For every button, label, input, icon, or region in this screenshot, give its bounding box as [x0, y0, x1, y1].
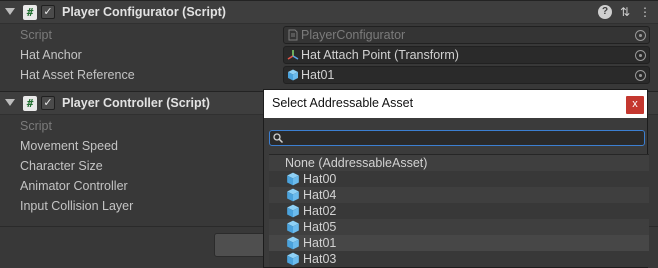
list-item-label: Hat05 [303, 220, 337, 234]
list-item-none[interactable]: None (AddressableAsset) [269, 155, 649, 171]
prefab-cube-icon [287, 252, 299, 266]
popup-titlebar[interactable]: Select Addressable Asset x [264, 90, 647, 118]
property-label: Movement Speed [20, 139, 118, 153]
list-item-label: Hat03 [303, 252, 337, 266]
component-title: Player Configurator (Script) [62, 5, 226, 19]
field-value: PlayerConfigurator [301, 28, 406, 42]
hat-anchor-object-field[interactable]: Hat Attach Point (Transform) [283, 46, 650, 64]
property-row-hat-anchor: Hat Anchor Hat Attach Point (Transform) [0, 45, 658, 65]
script-object-field: PlayerConfigurator [283, 26, 650, 44]
prefab-cube-icon [287, 204, 299, 218]
component-header-player-configurator[interactable]: # ✓ Player Configurator (Script) ? ⇅ ⋮ [0, 0, 658, 24]
asset-list: None (AddressableAsset) Hat00 Hat04 Hat0… [269, 155, 649, 267]
foldout-arrow-icon[interactable] [5, 8, 15, 15]
select-addressable-asset-popup: Select Addressable Asset x None (Address… [263, 89, 649, 268]
property-label: Script [20, 28, 52, 42]
property-label: Input Collision Layer [20, 199, 134, 213]
property-label: Character Size [20, 159, 103, 173]
list-item-label: Hat02 [303, 204, 337, 218]
foldout-arrow-icon[interactable] [5, 99, 15, 106]
prefab-cube-icon [287, 188, 299, 202]
list-item[interactable]: Hat03 [269, 251, 649, 267]
list-item-label: Hat00 [303, 172, 337, 186]
csharp-script-icon: # [23, 5, 37, 20]
property-row-script: Script PlayerConfigurator [0, 25, 658, 45]
list-item[interactable]: Hat05 [269, 219, 649, 235]
list-item-selected[interactable]: Hat01 [269, 235, 649, 251]
close-button[interactable]: x [626, 96, 644, 114]
component-header-tools: ? ⇅ ⋮ [598, 5, 652, 19]
property-label: Animator Controller [20, 179, 128, 193]
object-picker-icon[interactable] [635, 50, 646, 61]
help-icon[interactable]: ? [598, 5, 612, 19]
field-value: Hat Attach Point (Transform) [301, 48, 459, 62]
list-item-label: Hat01 [303, 236, 337, 250]
prefab-cube-icon [288, 69, 298, 81]
property-label: Hat Anchor [20, 48, 82, 62]
list-item[interactable]: Hat02 [269, 203, 649, 219]
prefab-cube-icon [287, 236, 299, 250]
component-enabled-checkbox[interactable]: ✓ [41, 96, 55, 110]
list-item[interactable]: Hat04 [269, 187, 649, 203]
hat-asset-reference-field[interactable]: Hat01 [283, 66, 650, 84]
csharp-script-icon: # [23, 96, 37, 111]
object-picker-icon[interactable] [635, 30, 646, 41]
prefab-cube-icon [287, 172, 299, 186]
popup-title: Select Addressable Asset [272, 96, 414, 110]
list-item[interactable]: Hat00 [269, 171, 649, 187]
component-enabled-checkbox[interactable]: ✓ [41, 5, 55, 19]
component-title: Player Controller (Script) [62, 96, 210, 110]
object-picker-icon[interactable] [635, 70, 646, 81]
preset-icon[interactable]: ⇅ [618, 5, 632, 19]
property-row-hat-asset-reference: Hat Asset Reference Hat01 [0, 65, 658, 85]
list-item-label: Hat04 [303, 188, 337, 202]
property-label: Script [20, 119, 52, 133]
field-value: Hat01 [301, 68, 335, 82]
prefab-cube-icon [287, 220, 299, 234]
menu-icon[interactable]: ⋮ [638, 5, 652, 19]
script-file-icon [288, 29, 298, 41]
transform-icon [287, 50, 299, 60]
list-item-label: None (AddressableAsset) [285, 156, 428, 170]
search-icon [273, 133, 284, 144]
property-label: Hat Asset Reference [20, 68, 135, 82]
search-input[interactable] [269, 130, 645, 146]
